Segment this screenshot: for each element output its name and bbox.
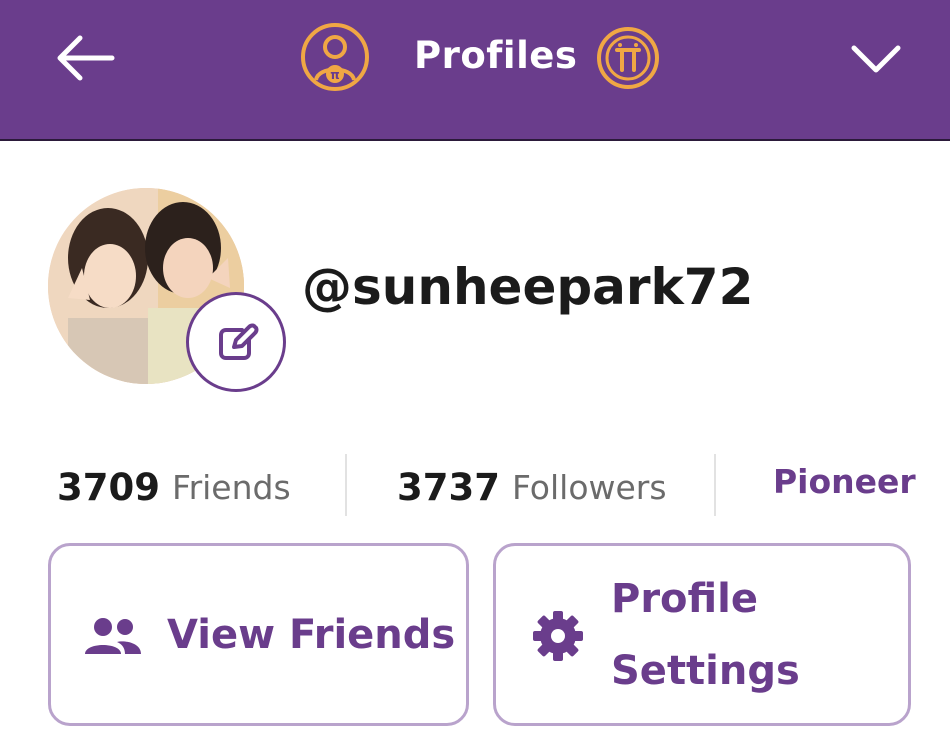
gear-icon bbox=[533, 611, 583, 661]
username: @sunheepark72 bbox=[302, 258, 754, 316]
followers-label: Followers bbox=[511, 467, 667, 507]
menu-dropdown-button[interactable] bbox=[850, 38, 902, 78]
back-button[interactable] bbox=[52, 32, 116, 84]
profile-settings-label-line1: Profile bbox=[611, 576, 759, 622]
profile-settings-label-line2: Settings bbox=[611, 648, 800, 694]
divider bbox=[714, 454, 716, 516]
header-title-group: π Profiles bbox=[300, 22, 662, 92]
divider bbox=[345, 454, 347, 516]
app-header: π Profiles bbox=[0, 0, 950, 141]
profile-settings-button[interactable]: Profile Settings bbox=[493, 543, 911, 726]
page-title: Profiles bbox=[414, 34, 578, 77]
edit-avatar-button[interactable] bbox=[186, 292, 286, 392]
followers-count: 3737 bbox=[397, 465, 500, 509]
role-badge[interactable]: Pioneer bbox=[773, 462, 916, 501]
pi-coin-icon bbox=[597, 27, 659, 89]
followers-stat: 3737 Followers bbox=[397, 452, 667, 522]
friends-count: 3709 bbox=[57, 465, 160, 509]
arrow-left-icon bbox=[57, 35, 115, 81]
friends-stat: 3709 Friends bbox=[57, 452, 291, 522]
people-icon bbox=[85, 618, 141, 654]
chevron-down-icon bbox=[851, 45, 901, 73]
friends-label: Friends bbox=[171, 467, 291, 507]
profile-pi-icon: π bbox=[301, 23, 369, 91]
svg-text:π: π bbox=[330, 68, 340, 82]
edit-icon bbox=[219, 323, 259, 360]
view-friends-label: View Friends bbox=[167, 612, 456, 658]
view-friends-button[interactable]: View Friends bbox=[48, 543, 469, 726]
